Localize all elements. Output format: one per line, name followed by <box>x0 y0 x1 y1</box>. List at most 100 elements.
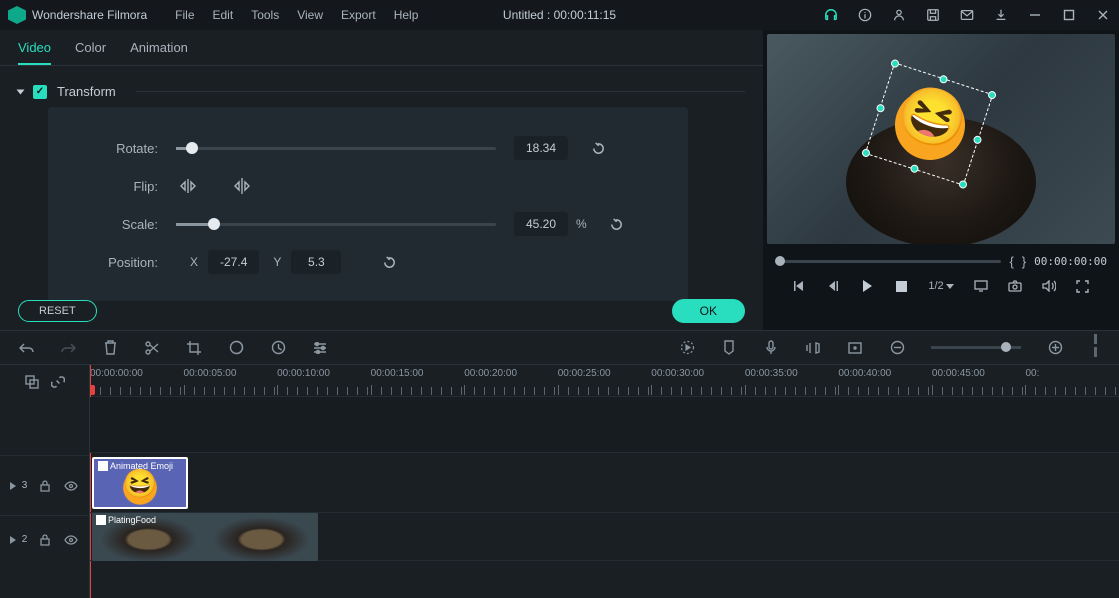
track-header-3: 3 <box>0 455 89 515</box>
headset-icon[interactable] <box>823 7 839 23</box>
close-icon[interactable] <box>1095 7 1111 23</box>
layer-panel-icon[interactable] <box>24 374 40 390</box>
account-icon[interactable] <box>891 7 907 23</box>
voiceover-icon[interactable] <box>763 340 779 356</box>
scale-reset-icon[interactable] <box>609 216 625 232</box>
snapshot-icon[interactable] <box>1008 279 1022 293</box>
delete-icon[interactable] <box>102 340 118 356</box>
color-icon[interactable] <box>228 340 244 356</box>
position-reset-icon[interactable] <box>381 254 397 270</box>
position-x-value[interactable]: -27.4 <box>208 250 259 274</box>
timeline-markers-icon[interactable] <box>1089 334 1101 362</box>
scale-slider[interactable] <box>176 223 496 226</box>
audio-sync-icon[interactable] <box>805 340 821 356</box>
clip-food[interactable]: PlatingFood <box>92 513 318 561</box>
save-icon[interactable] <box>925 7 941 23</box>
document-title: Untitled : 00:00:11:15 <box>503 8 616 22</box>
time-ruler[interactable]: 00:00:00:00 00:00:05:00 00:00:10:00 00:0… <box>90 365 1119 397</box>
preview-canvas[interactable] <box>767 34 1115 244</box>
reset-button[interactable]: RESET <box>18 300 97 322</box>
clip-label: Animated Emoji <box>110 461 173 471</box>
scale-value[interactable]: 45.20 <box>514 212 568 236</box>
adjust-icon[interactable] <box>312 340 328 356</box>
track-header-2: 2 <box>0 515 89 563</box>
render-icon[interactable] <box>679 340 695 356</box>
track-body[interactable]: 00:00:00:00 00:00:05:00 00:00:10:00 00:0… <box>90 365 1119 598</box>
prev-frame-icon[interactable] <box>792 279 806 293</box>
track-headers: 3 2 <box>0 365 90 598</box>
editor-tabs: Video Color Animation <box>0 30 763 66</box>
step-back-icon[interactable] <box>826 279 840 293</box>
flip-horizontal-icon[interactable] <box>176 176 200 196</box>
transform-checkbox[interactable]: ✓ <box>33 85 47 99</box>
menu-export[interactable]: Export <box>341 8 376 22</box>
track-lane-2[interactable]: PlatingFood <box>90 513 1119 561</box>
speed-icon[interactable] <box>270 340 286 356</box>
undo-icon[interactable] <box>18 340 34 356</box>
stop-icon[interactable] <box>894 279 908 293</box>
position-label: Position: <box>80 255 158 270</box>
flip-label: Flip: <box>80 179 158 194</box>
timeline-options <box>0 365 89 399</box>
position-row: Position: X -27.4 Y 5.3 <box>80 243 656 281</box>
x-label: X <box>190 255 198 269</box>
mark-out-icon[interactable]: } <box>1022 254 1026 269</box>
playback-ratio[interactable]: 1/2 <box>928 280 953 292</box>
scale-label: Scale: <box>80 217 158 232</box>
track-type-icon[interactable]: 3 <box>10 480 28 491</box>
maximize-icon[interactable] <box>1061 7 1077 23</box>
track-lane-empty[interactable] <box>90 397 1119 453</box>
position-y-value[interactable]: 5.3 <box>291 250 341 274</box>
editor-panel: Video Color Animation ✓ Transform Rotate… <box>0 30 763 330</box>
tab-color[interactable]: Color <box>75 40 106 65</box>
tab-video[interactable]: Video <box>18 40 51 65</box>
ok-button[interactable]: OK <box>672 299 745 323</box>
lock-icon[interactable] <box>37 478 53 494</box>
menu-help[interactable]: Help <box>394 8 419 22</box>
scale-suffix: % <box>576 217 587 231</box>
app-title: Wondershare Filmora <box>32 8 147 22</box>
lock-icon[interactable] <box>37 532 53 548</box>
track-type-icon[interactable]: 2 <box>10 534 28 545</box>
clip-type-icon <box>96 515 106 525</box>
collapse-icon[interactable] <box>17 89 25 94</box>
mail-icon[interactable] <box>959 7 975 23</box>
mixer-icon[interactable] <box>847 340 863 356</box>
redo-icon[interactable] <box>60 340 76 356</box>
menu-file[interactable]: File <box>175 8 194 22</box>
preview-timecode: 00:00:00:00 <box>1034 255 1107 268</box>
rotate-slider[interactable] <box>176 147 496 150</box>
seek-bar[interactable] <box>775 260 1001 263</box>
rotate-value[interactable]: 18.34 <box>514 136 568 160</box>
marker-icon[interactable] <box>721 340 737 356</box>
volume-icon[interactable] <box>1042 279 1056 293</box>
fullscreen-icon[interactable] <box>1076 279 1090 293</box>
rotate-reset-icon[interactable] <box>590 140 606 156</box>
flip-vertical-icon[interactable] <box>230 176 254 196</box>
zoom-in-icon[interactable] <box>1047 340 1063 356</box>
clip-emoji[interactable]: Animated Emoji 😆 <box>92 457 188 509</box>
menu-edit[interactable]: Edit <box>213 8 234 22</box>
track-lane-3[interactable]: Animated Emoji 😆 <box>90 453 1119 513</box>
preview-pane: { } 00:00:00:00 1/2 <box>763 30 1119 330</box>
tab-animation[interactable]: Animation <box>130 40 188 65</box>
play-icon[interactable] <box>860 279 874 293</box>
transform-form: Rotate: 18.34 Flip: Scale: <box>48 107 688 301</box>
app-logo-icon <box>8 6 26 24</box>
link-icon[interactable] <box>50 374 66 390</box>
menu-view[interactable]: View <box>297 8 323 22</box>
transform-header[interactable]: ✓ Transform <box>18 84 745 99</box>
display-icon[interactable] <box>974 279 988 293</box>
visibility-icon[interactable] <box>63 532 79 548</box>
info-icon[interactable] <box>857 7 873 23</box>
crop-icon[interactable] <box>186 340 202 356</box>
clip-type-icon <box>98 461 108 471</box>
zoom-slider[interactable] <box>931 346 1021 349</box>
minimize-icon[interactable] <box>1027 7 1043 23</box>
download-icon[interactable] <box>993 7 1009 23</box>
zoom-out-icon[interactable] <box>889 340 905 356</box>
menu-tools[interactable]: Tools <box>251 8 279 22</box>
mark-in-icon[interactable]: { <box>1009 254 1013 269</box>
split-icon[interactable] <box>144 340 160 356</box>
visibility-icon[interactable] <box>63 478 79 494</box>
